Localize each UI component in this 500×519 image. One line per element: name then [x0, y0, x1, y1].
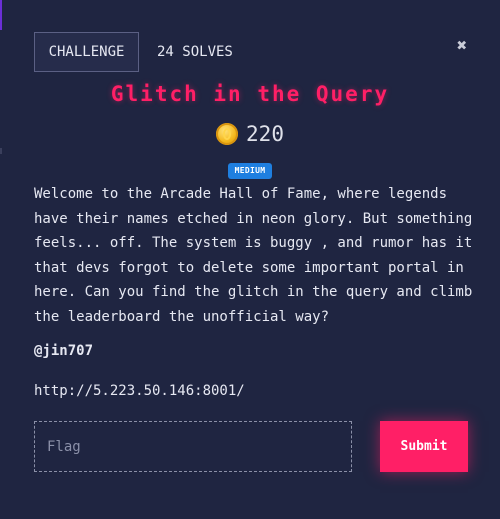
flag-input[interactable] — [34, 421, 352, 472]
tab-solves[interactable]: 24 SOLVES — [157, 32, 233, 72]
background-divider — [0, 148, 2, 154]
challenge-modal: CHALLENGE 24 SOLVES ✖ Glitch in the Quer… — [0, 0, 500, 519]
challenge-description: Welcome to the Arcade Hall of Fame, wher… — [34, 186, 473, 325]
challenge-link[interactable]: http://5.223.50.146:8001/ — [34, 383, 245, 399]
submit-button[interactable]: Submit — [380, 421, 468, 472]
close-icon[interactable]: ✖ — [452, 36, 472, 56]
challenge-author: @jin707 — [34, 343, 94, 359]
difficulty-badge: MEDIUM — [228, 163, 272, 179]
tab-challenge[interactable]: CHALLENGE — [34, 32, 139, 72]
coin-icon — [216, 123, 239, 145]
challenge-title: Glitch in the Query — [110, 82, 390, 106]
points-value: 220 — [246, 122, 284, 146]
background-accent-bar — [0, 0, 2, 30]
points-row: 220 — [0, 120, 500, 148]
